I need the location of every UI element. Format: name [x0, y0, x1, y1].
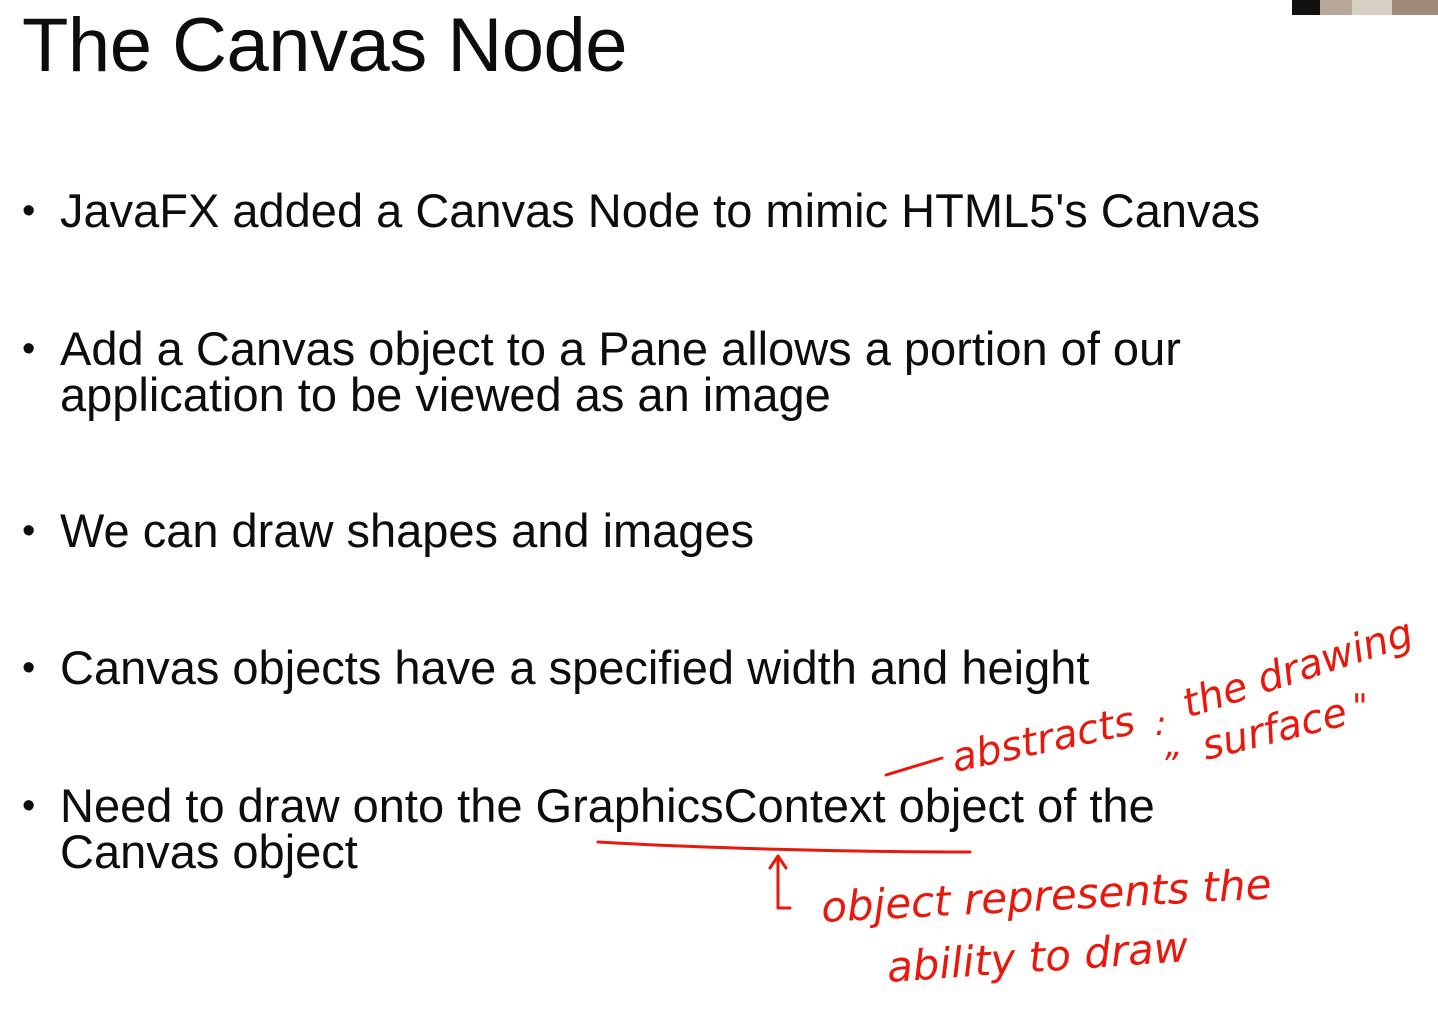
note-surface: surface [1197, 689, 1352, 769]
bullet-line-1-post: object of the [885, 779, 1155, 832]
note-ability-to-draw: ability to draw [885, 922, 1190, 992]
bullet-item-3: • We can draw shapes and images [22, 504, 755, 557]
note-colon: : [1155, 704, 1166, 744]
webcam-thumbnail [1292, 0, 1438, 15]
bullet-text: We can draw shapes and images [60, 504, 755, 557]
bullet-item-4: • Canvas objects have a specified width … [22, 641, 1090, 694]
bullet-text: Canvas objects have a specified width an… [60, 641, 1090, 694]
bullet-text: JavaFX added a Canvas Node to mimic HTML… [60, 184, 1261, 237]
bullet-glyph: • [22, 190, 36, 232]
note-open-quote: „ [1165, 725, 1183, 765]
note-abstracts: abstracts [948, 698, 1139, 782]
note-close-quote: " [1352, 687, 1368, 727]
graphicscontext-term: GraphicsContext [535, 779, 886, 832]
dash-stroke [884, 756, 944, 777]
bullet-glyph: • [22, 328, 36, 370]
bullet-line-2: application to be viewed as an image [60, 368, 831, 421]
bullet-glyph: • [22, 785, 36, 827]
bullet-glyph: • [22, 510, 36, 552]
note-the-drawing: the drawing [1177, 610, 1419, 728]
bullet-item-2: • Add a Canvas object to a Pane allows a… [22, 325, 1181, 421]
slide-title: The Canvas Node [22, 3, 628, 88]
bullet-line-2: Canvas object [60, 825, 358, 878]
bullet-glyph: • [22, 647, 36, 689]
bullet-text: Need to draw onto the GraphicsContext ob… [60, 782, 1155, 878]
bullet-item-5: • Need to draw onto the GraphicsContext … [22, 782, 1155, 878]
bullet-text: Add a Canvas object to a Pane allows a p… [60, 325, 1181, 421]
bullet-item-1: • JavaFX added a Canvas Node to mimic HT… [22, 184, 1261, 237]
